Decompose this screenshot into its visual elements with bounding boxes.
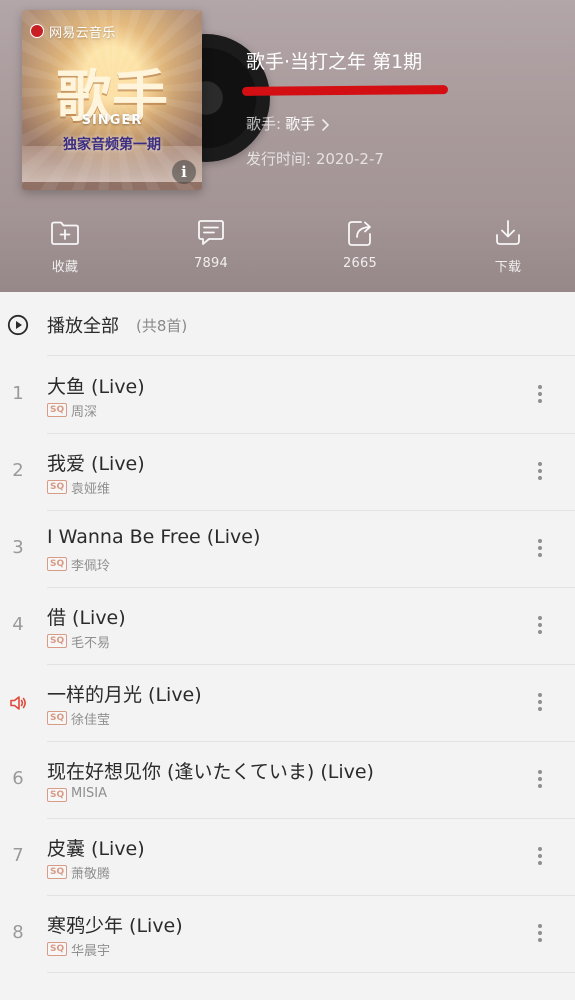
track-row-2[interactable]: 2 我爱 (Live) SQ 袁娅维	[0, 433, 575, 510]
more-vertical-icon[interactable]	[534, 383, 546, 405]
album-header: 网易云音乐 歌手 SINGER 独家音频第一期 i 歌手·当打之年 第1期 歌手…	[0, 0, 575, 292]
comments-count: 7894	[194, 256, 228, 271]
artist-link[interactable]: 歌手: 歌手	[246, 113, 331, 134]
cover-edition-text: 独家音频第一期	[63, 137, 161, 153]
track-artist: 徐佳莹	[71, 713, 111, 728]
track-title: 一样的月光 (Live)	[47, 684, 202, 706]
track-row-8[interactable]: 8 寒鸦少年 (Live) SQ 华晨宇	[0, 895, 575, 972]
track-index: 4	[12, 614, 24, 635]
netease-logo-icon	[30, 24, 44, 38]
track-artist: 毛不易	[71, 636, 111, 651]
track-artist: 李佩玲	[71, 559, 111, 574]
track-index: 8	[12, 922, 24, 943]
download-button[interactable]: 下载	[458, 216, 558, 282]
track-row-4[interactable]: 4 借 (Live) SQ 毛不易	[0, 587, 575, 664]
sq-badge: SQ	[47, 634, 68, 648]
track-index: 1	[12, 383, 24, 404]
track-row-3[interactable]: 3 I Wanna Be Free (Live) SQ 李佩玲	[0, 510, 575, 587]
download-icon	[496, 220, 520, 245]
track-index: 2	[12, 460, 24, 481]
album-cover[interactable]: 网易云音乐 歌手 SINGER 独家音频第一期 i	[22, 10, 202, 190]
shares-count: 2665	[343, 256, 377, 271]
folder-plus-icon	[51, 221, 79, 245]
track-artist: 华晨宇	[71, 944, 111, 959]
track-title: 大鱼 (Live)	[47, 376, 145, 398]
more-vertical-icon[interactable]	[534, 922, 546, 944]
play-all-label: 播放全部	[47, 316, 119, 337]
collect-button[interactable]: 收藏	[15, 216, 115, 282]
sq-badge: SQ	[47, 942, 68, 956]
track-artist: MISIA	[71, 786, 108, 801]
title-underline	[241, 85, 449, 96]
track-list: 播放全部 (共8首) 1 大鱼 (Live) SQ 周深 2 我爱 (Live)…	[0, 292, 575, 1000]
comment-icon	[198, 220, 224, 245]
track-artist: 萧敬腾	[71, 867, 111, 882]
album-title: 歌手·当打之年 第1期	[246, 51, 423, 73]
track-title: 借 (Live)	[47, 607, 126, 629]
sq-badge: SQ	[47, 865, 68, 879]
more-vertical-icon[interactable]	[534, 614, 546, 636]
cover-singer-text: SINGER	[81, 113, 143, 128]
chevron-right-icon	[321, 116, 331, 132]
more-vertical-icon[interactable]	[534, 537, 546, 559]
play-all-button[interactable]: 播放全部 (共8首)	[0, 292, 575, 356]
collect-label: 收藏	[51, 260, 79, 275]
sq-badge: SQ	[47, 480, 68, 494]
share-button[interactable]: 2665	[310, 216, 410, 282]
speaker-icon	[10, 696, 26, 710]
track-row-7[interactable]: 7 皮囊 (Live) SQ 萧敬腾	[0, 818, 575, 895]
track-index: 7	[12, 845, 24, 866]
track-row-5[interactable]: 一样的月光 (Live) SQ 徐佳莹	[0, 664, 575, 741]
cover-brand: 网易云音乐	[49, 25, 116, 41]
track-artist: 周深	[71, 405, 98, 420]
release-label: 发行时间:	[246, 150, 312, 168]
more-vertical-icon[interactable]	[534, 460, 546, 482]
track-title: 我爱 (Live)	[47, 453, 145, 475]
sq-badge: SQ	[47, 788, 68, 802]
track-title: 现在好想见你 (逢いたくていま) (Live)	[47, 761, 374, 783]
track-title: I Wanna Be Free (Live)	[47, 526, 261, 548]
sq-badge: SQ	[47, 403, 68, 417]
release-info: 发行时间: 2020-2-7	[246, 148, 384, 169]
share-icon	[348, 221, 371, 246]
track-title: 皮囊 (Live)	[47, 838, 145, 860]
track-count: (共8首)	[136, 317, 188, 335]
info-icon[interactable]: i	[172, 160, 196, 184]
artist-name: 歌手	[285, 115, 316, 133]
track-index: 3	[12, 537, 24, 558]
track-index: 6	[12, 768, 24, 789]
more-vertical-icon[interactable]	[534, 845, 546, 867]
download-label: 下载	[494, 260, 522, 275]
track-title: 寒鸦少年 (Live)	[47, 915, 183, 937]
sq-badge: SQ	[47, 557, 68, 571]
action-bar: 收藏 7894 2665 下载	[0, 216, 575, 282]
more-vertical-icon[interactable]	[534, 768, 546, 790]
cover-logo: 网易云音乐	[30, 20, 116, 42]
play-circle-icon	[7, 314, 29, 336]
release-date: 2020-2-7	[315, 150, 384, 168]
divider	[47, 972, 575, 973]
comments-button[interactable]: 7894	[161, 216, 261, 282]
sq-badge: SQ	[47, 711, 68, 725]
more-vertical-icon[interactable]	[534, 691, 546, 713]
track-row-6[interactable]: 6 现在好想见你 (逢いたくていま) (Live) SQ MISIA	[0, 741, 575, 818]
track-row-1[interactable]: 1 大鱼 (Live) SQ 周深	[0, 356, 575, 433]
artist-label: 歌手:	[246, 115, 282, 133]
track-artist: 袁娅维	[71, 482, 111, 497]
